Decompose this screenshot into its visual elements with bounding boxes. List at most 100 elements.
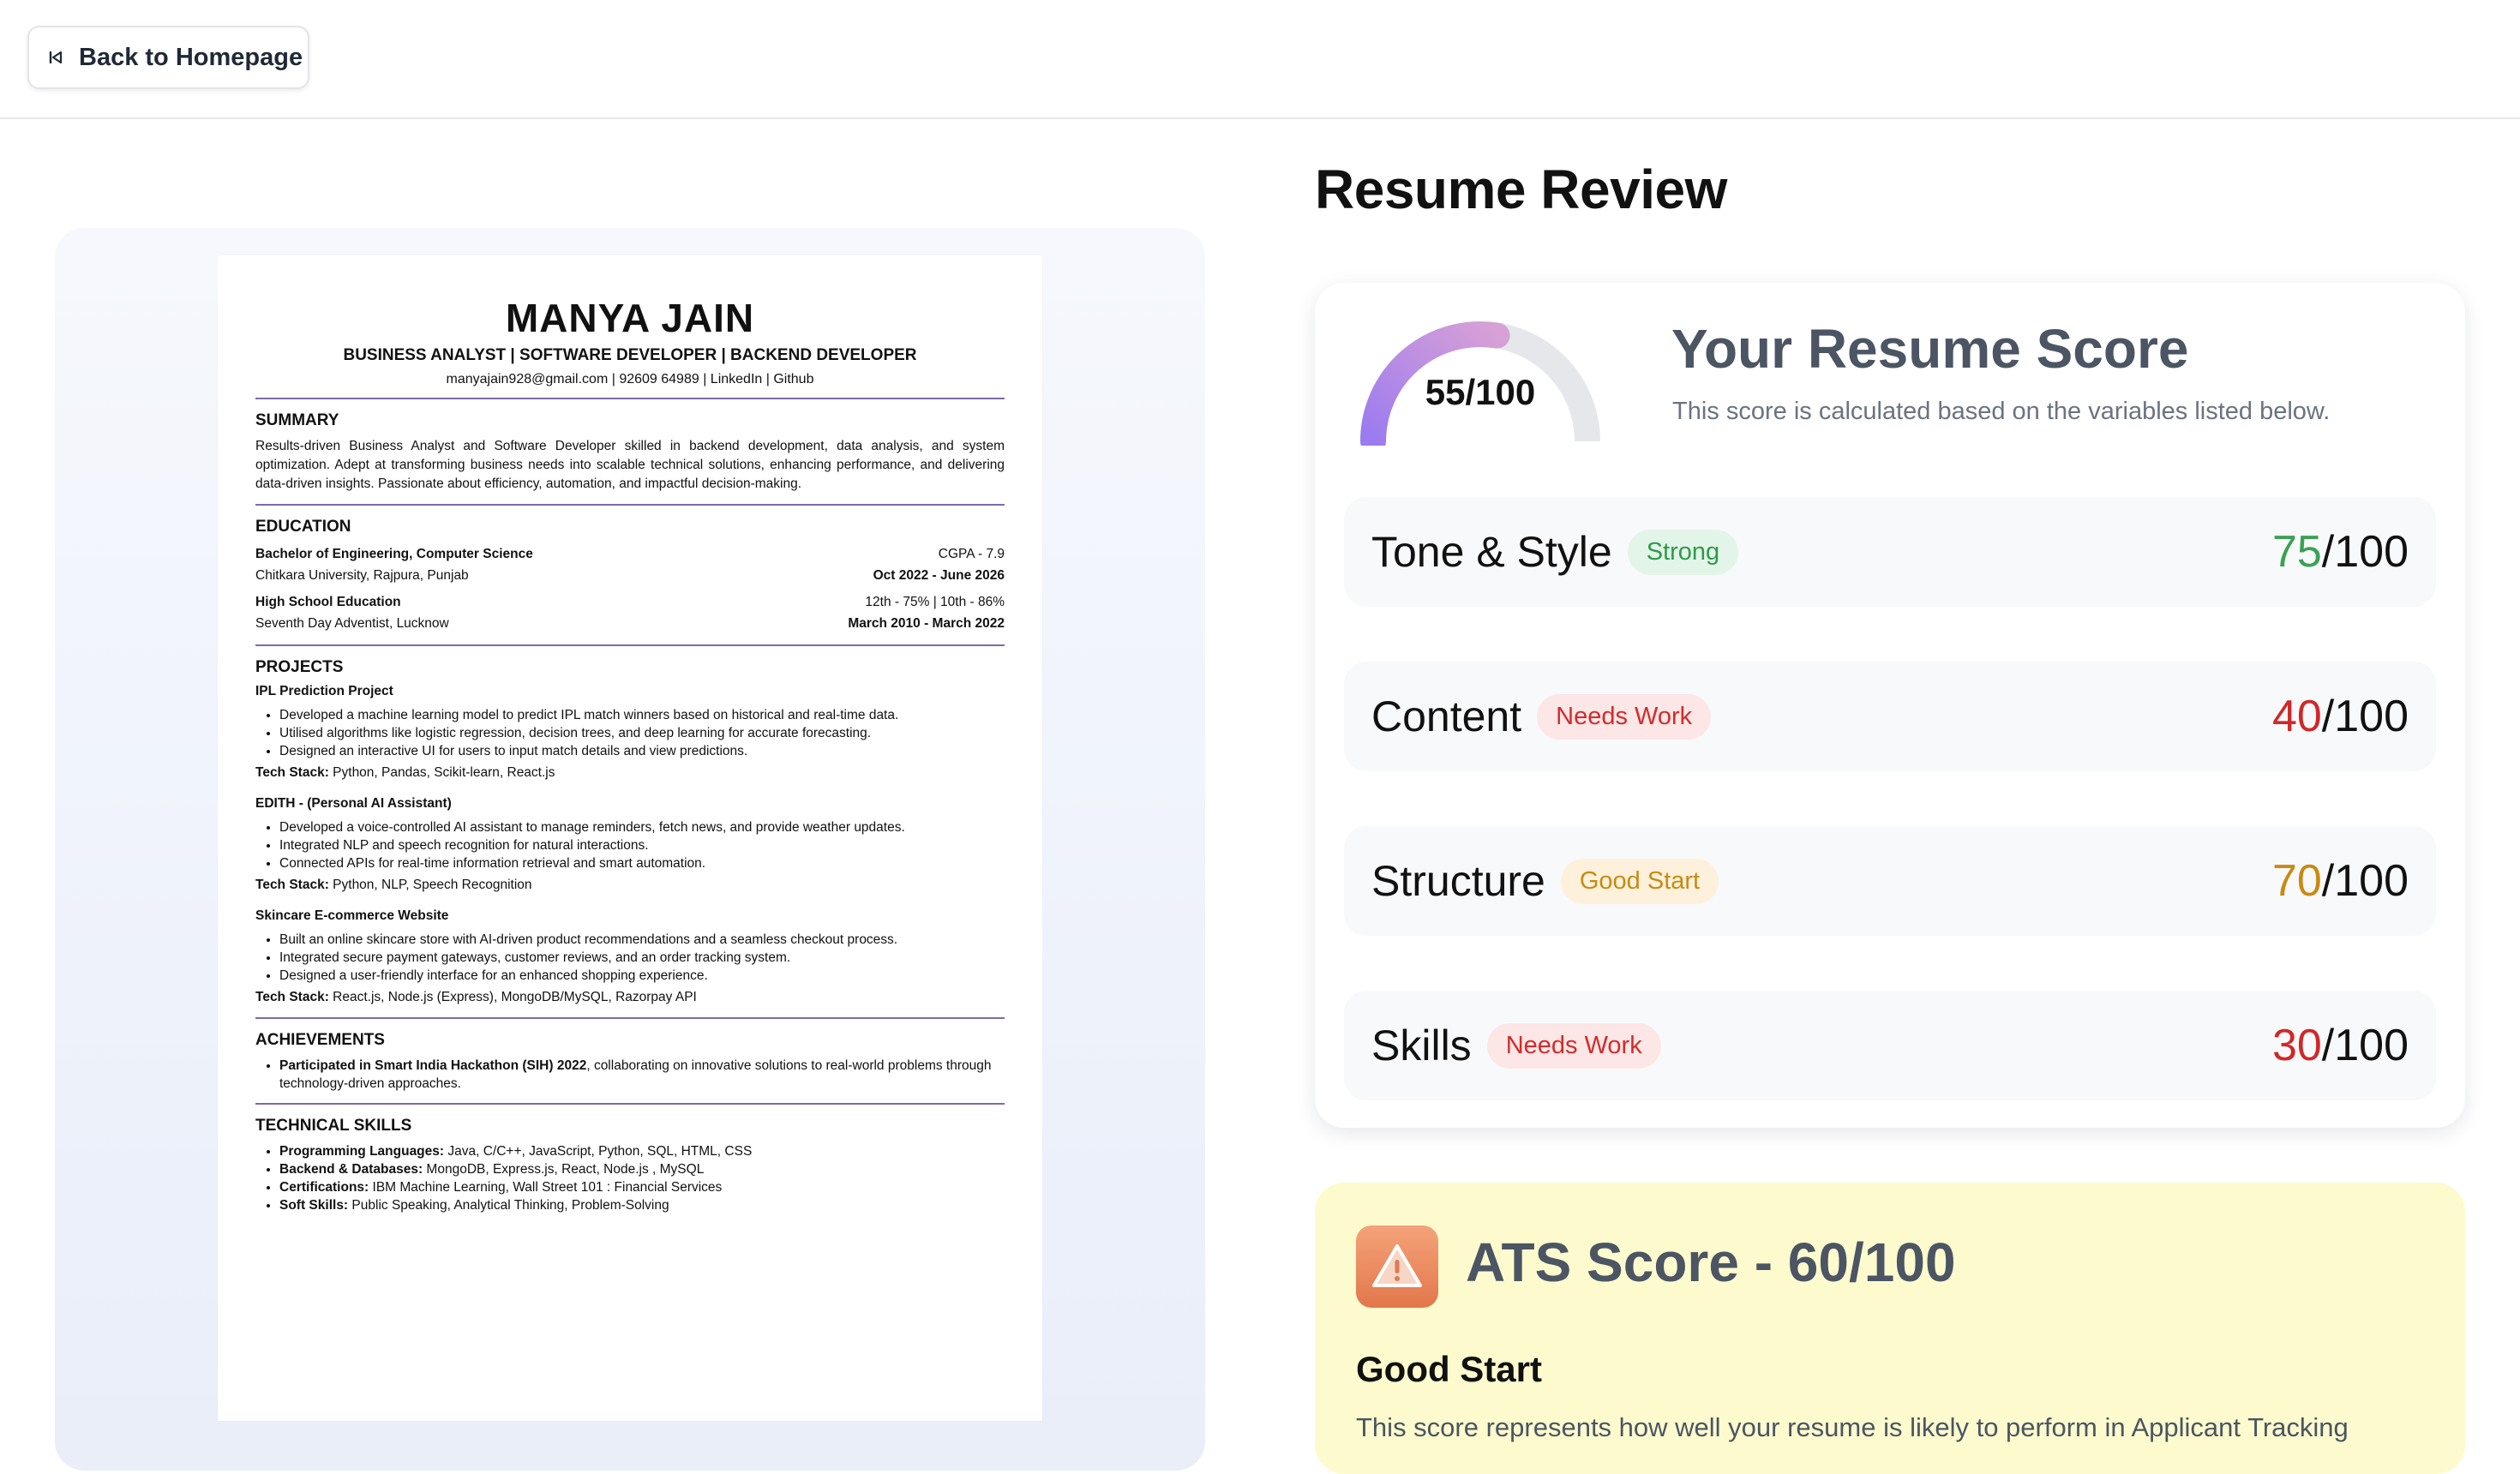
achievement-list: Participated in Smart India Hackathon (S… bbox=[255, 1057, 1005, 1093]
skill-label: Programming Languages: bbox=[279, 1144, 445, 1159]
back-button-label: Back to Homepage bbox=[79, 43, 303, 71]
edu-row: Chitkara University, Rajpura, Punjab Oct… bbox=[255, 565, 1005, 586]
resume-roles: BUSINESS ANALYST | SOFTWARE DEVELOPER | … bbox=[343, 346, 917, 364]
category-structure[interactable]: Structure Good Start 70/100 bbox=[1344, 826, 2436, 936]
status-badge: Good Start bbox=[1560, 858, 1719, 904]
back-to-homepage-button[interactable]: Back to Homepage bbox=[27, 26, 309, 89]
category-name: Skills bbox=[1371, 1022, 1472, 1070]
list-item: Backend & Databases: MongoDB, Express.js… bbox=[279, 1160, 1005, 1178]
status-badge: Needs Work bbox=[1486, 1022, 1661, 1069]
edu-degree: High School Education bbox=[255, 595, 401, 609]
project-title: Skincare E-commerce Website bbox=[255, 908, 449, 923]
list-item: Programming Languages: Java, C/C++, Java… bbox=[279, 1142, 1005, 1160]
skill-label: Backend & Databases: bbox=[279, 1162, 423, 1177]
tech-value: React.js, Node.js (Express), MongoDB/MyS… bbox=[333, 990, 697, 1004]
skill-label: Soft Skills: bbox=[279, 1198, 349, 1213]
skill-value: MongoDB, Express.js, React, Node.js , My… bbox=[423, 1162, 705, 1177]
category-skills[interactable]: Skills Needs Work 30/100 bbox=[1344, 991, 2436, 1100]
tech-label: Tech Stack: bbox=[255, 990, 329, 1004]
edu-row: Seventh Day Adventist, Lucknow March 201… bbox=[255, 613, 1005, 634]
resume-name: MANYA JAIN bbox=[505, 296, 755, 340]
category-max: /100 bbox=[2321, 692, 2409, 741]
list-item: Built an online skincare store with AI-d… bbox=[279, 931, 1005, 949]
status-badge: Strong bbox=[1627, 529, 1739, 575]
edu-row: High School Education 12th - 75% | 10th … bbox=[255, 591, 1005, 613]
edu-dates: March 2010 - March 2022 bbox=[848, 616, 1005, 631]
page-title: Resume Review bbox=[1315, 159, 1727, 220]
category-max: /100 bbox=[2321, 1021, 2409, 1070]
tech-label: Tech Stack: bbox=[255, 878, 329, 892]
category-name: Tone & Style bbox=[1371, 528, 1612, 576]
category-name: Structure bbox=[1371, 857, 1545, 905]
resume-section-heading: TECHNICAL SKILLS bbox=[255, 1117, 412, 1135]
status-badge: Needs Work bbox=[1537, 693, 1712, 740]
list-item: Developed a machine learning model to pr… bbox=[279, 706, 1005, 724]
resume-section-heading: SUMMARY bbox=[255, 411, 339, 429]
edu-grade: CGPA - 7.9 bbox=[938, 547, 1005, 561]
project-title: EDITH - (Personal AI Assistant) bbox=[255, 796, 452, 811]
score-title: Your Resume Score bbox=[1671, 318, 2189, 380]
skip-back-icon bbox=[45, 46, 67, 69]
list-item: Designed a user-friendly interface for a… bbox=[279, 967, 1005, 985]
edu-row: Bachelor of Engineering, Computer Scienc… bbox=[255, 543, 1005, 565]
list-item: Connected APIs for real-time information… bbox=[279, 854, 1005, 872]
list-item: Certifications: IBM Machine Learning, Wa… bbox=[279, 1178, 1005, 1196]
top-bar: Back to Homepage bbox=[0, 0, 2520, 119]
category-score: 70 bbox=[2271, 856, 2322, 906]
list-item: Designed an interactive UI for users to … bbox=[279, 742, 1005, 760]
divider bbox=[255, 644, 1005, 646]
skill-value: Java, C/C++, JavaScript, Python, SQL, HT… bbox=[444, 1144, 753, 1159]
edu-school: Seventh Day Adventist, Lucknow bbox=[255, 616, 449, 631]
category-max: /100 bbox=[2321, 856, 2409, 906]
skill-label: Certifications: bbox=[279, 1180, 369, 1195]
category-max: /100 bbox=[2321, 527, 2409, 577]
score-value: 55/100 bbox=[1425, 372, 1536, 412]
tech-label: Tech Stack: bbox=[255, 765, 329, 780]
resume-score-card: 55/100 Your Resume Score This score is c… bbox=[1315, 283, 2465, 1128]
tech-stack: Tech Stack: React.js, Node.js (Express),… bbox=[255, 988, 1005, 1007]
project-title: IPL Prediction Project bbox=[255, 684, 393, 698]
edu-grade: 12th - 75% | 10th - 86% bbox=[865, 595, 1005, 609]
category-score: 75 bbox=[2271, 527, 2322, 577]
resume-section-heading: ACHIEVEMENTS bbox=[255, 1031, 385, 1049]
warning-icon bbox=[1356, 1225, 1438, 1308]
resume-preview-panel: MANYA JAIN BUSINESS ANALYST | SOFTWARE D… bbox=[55, 228, 1205, 1471]
skill-value: IBM Machine Learning, Wall Street 101 : … bbox=[369, 1180, 723, 1195]
tech-value: Python, NLP, Speech Recognition bbox=[333, 878, 532, 892]
list-item: Participated in Smart India Hackathon (S… bbox=[279, 1057, 1005, 1093]
list-item: Integrated NLP and speech recognition fo… bbox=[279, 836, 1005, 854]
skills-list: Programming Languages: Java, C/C++, Java… bbox=[255, 1142, 1005, 1214]
tech-value: Python, Pandas, Scikit-learn, React.js bbox=[333, 765, 555, 780]
resume-image[interactable]: MANYA JAIN BUSINESS ANALYST | SOFTWARE D… bbox=[218, 255, 1042, 1421]
list-item: Utilised algorithms like logistic regres… bbox=[279, 724, 1005, 742]
divider bbox=[255, 504, 1005, 506]
category-name: Content bbox=[1371, 692, 1522, 740]
resume-summary: Results-driven Business Analyst and Soft… bbox=[255, 439, 1005, 491]
edu-school: Chitkara University, Rajpura, Punjab bbox=[255, 568, 469, 583]
list-item: Integrated secure payment gateways, cust… bbox=[279, 949, 1005, 967]
score-subtitle: This score is calculated based on the va… bbox=[1672, 398, 2331, 425]
ats-description: This score represents how well your resu… bbox=[1356, 1412, 2349, 1442]
category-score: 40 bbox=[2271, 692, 2322, 741]
project-bullets: Developed a voice-controlled AI assistan… bbox=[255, 818, 1005, 872]
skill-value: Public Speaking, Analytical Thinking, Pr… bbox=[348, 1198, 669, 1213]
ats-subtitle: Good Start bbox=[1356, 1349, 1542, 1389]
resume-section-heading: PROJECTS bbox=[255, 658, 344, 676]
edu-dates: Oct 2022 - June 2026 bbox=[873, 568, 1005, 583]
category-score: 30 bbox=[2271, 1021, 2322, 1070]
tech-stack: Tech Stack: Python, NLP, Speech Recognit… bbox=[255, 876, 1005, 895]
divider bbox=[255, 1103, 1005, 1105]
ats-title: ATS Score - 60/100 bbox=[1466, 1231, 1956, 1293]
tech-stack: Tech Stack: Python, Pandas, Scikit-learn… bbox=[255, 764, 1005, 782]
project-bullets: Developed a machine learning model to pr… bbox=[255, 706, 1005, 760]
ats-score-card: ATS Score - 60/100 Good Start This score… bbox=[1315, 1183, 2465, 1474]
divider bbox=[255, 398, 1005, 399]
project-bullets: Built an online skincare store with AI-d… bbox=[255, 931, 1005, 985]
list-item: Soft Skills: Public Speaking, Analytical… bbox=[279, 1196, 1005, 1214]
category-tone-style[interactable]: Tone & Style Strong 75/100 bbox=[1344, 497, 2436, 607]
achievement-title: Participated in Smart India Hackathon (S… bbox=[279, 1058, 587, 1073]
category-content[interactable]: Content Needs Work 40/100 bbox=[1344, 662, 2436, 771]
resume-section-heading: EDUCATION bbox=[255, 518, 351, 536]
divider bbox=[255, 1017, 1005, 1019]
resume-contact: manyajain928@gmail.com | 92609 64989 | L… bbox=[446, 372, 814, 386]
